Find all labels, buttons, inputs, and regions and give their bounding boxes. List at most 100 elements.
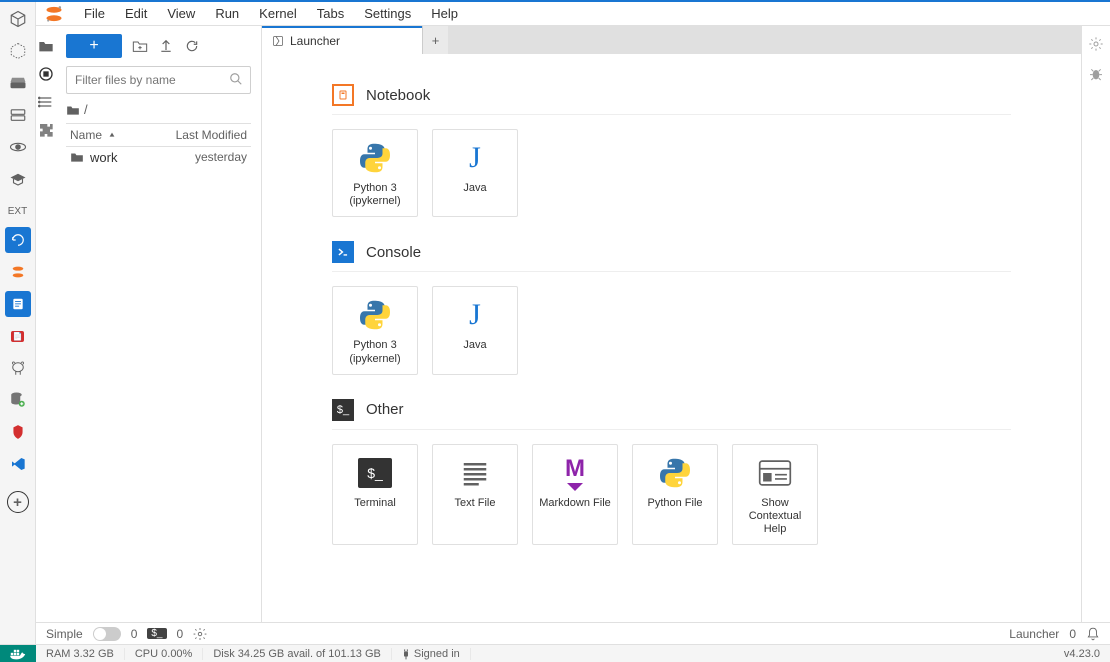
col-modified[interactable]: Last Modified <box>176 128 247 142</box>
status-ram[interactable]: RAM 3.32 GB <box>36 648 125 660</box>
status-count-1[interactable]: 0 <box>131 627 138 641</box>
plug-icon <box>402 648 410 660</box>
other-section-icon: $_ <box>332 399 354 421</box>
launcher-card-python-file[interactable]: Python File <box>632 444 718 546</box>
toc-tab-icon[interactable] <box>38 94 54 110</box>
tab-launcher[interactable]: Launcher <box>262 26 422 54</box>
loop-icon[interactable] <box>5 227 31 253</box>
card-label: Text File <box>455 497 496 510</box>
file-toolbar: + <box>66 34 251 58</box>
shield-icon[interactable] <box>5 419 31 445</box>
terminal-status-icon[interactable]: $_ <box>147 628 166 639</box>
upload-icon[interactable] <box>158 38 174 54</box>
tab-bar: Launcher + <box>262 26 1081 54</box>
file-filter <box>66 66 251 94</box>
launcher-card-java[interactable]: J Java <box>432 129 518 217</box>
status-notification-count[interactable]: 0 <box>1069 627 1076 641</box>
help-icon <box>757 455 793 491</box>
folder-tab-icon[interactable] <box>38 38 54 54</box>
main-area: Launcher + Notebook Python 3 (ipykernel)… <box>262 26 1082 622</box>
status-disk[interactable]: Disk 34.25 GB avail. of 101.13 GB <box>203 648 392 660</box>
new-launcher-button[interactable]: + <box>66 34 122 58</box>
card-label: Python 3 (ipykernel) <box>337 339 413 365</box>
java-icon: J <box>457 140 493 176</box>
card-label: Python File <box>647 497 702 510</box>
launcher-card-show-contextual-help[interactable]: Show Contextual Help <box>732 444 818 546</box>
jupyter-ext-icon[interactable] <box>5 259 31 285</box>
launcher-card-terminal[interactable]: $_ Terminal <box>332 444 418 546</box>
add-extension-button[interactable]: + <box>5 489 31 515</box>
drive-icon[interactable] <box>5 70 31 96</box>
launcher-content: Notebook Python 3 (ipykernel)JJava Conso… <box>262 54 1081 622</box>
launcher-card-python-3-ipykernel-[interactable]: Python 3 (ipykernel) <box>332 286 418 374</box>
file-list-header: Name Last Modified <box>66 123 251 147</box>
status-version[interactable]: v4.23.0 <box>1054 648 1110 660</box>
status-count-2[interactable]: 0 <box>177 627 184 641</box>
extension-tab-icon[interactable] <box>38 122 54 138</box>
simple-mode-toggle[interactable] <box>93 627 121 641</box>
property-inspector-icon[interactable] <box>1088 36 1104 52</box>
new-tab-button[interactable]: + <box>422 26 448 54</box>
folder-icon <box>70 151 84 163</box>
new-folder-icon[interactable] <box>132 38 148 54</box>
section-title-console: Console <box>366 244 421 261</box>
file-browser-panel: + / Name Last Modified workyesterday <box>56 26 262 622</box>
breadcrumb[interactable]: / <box>66 102 251 117</box>
right-sidebar <box>1082 26 1110 622</box>
status-signed-in[interactable]: Signed in <box>392 648 471 660</box>
elephant-icon[interactable] <box>5 355 31 381</box>
menu-bar: FileEditViewRunKernelTabsSettingsHelp <box>36 2 1110 26</box>
terminal-icon: $_ <box>357 455 393 491</box>
menu-file[interactable]: File <box>74 6 115 21</box>
launcher-card-text-file[interactable]: Text File <box>432 444 518 546</box>
file-row[interactable]: workyesterday <box>66 147 251 167</box>
orbit-icon[interactable] <box>5 134 31 160</box>
cube-outline-icon[interactable] <box>5 38 31 64</box>
menu-help[interactable]: Help <box>421 6 468 21</box>
sidebar-tabs <box>36 26 56 622</box>
col-name[interactable]: Name <box>70 128 102 142</box>
pdf-icon[interactable]: 📄 <box>5 323 31 349</box>
status-mode-label[interactable]: Launcher <box>1009 627 1059 641</box>
java-icon: J <box>457 297 493 333</box>
launcher-card-python-3-ipykernel-[interactable]: Python 3 (ipykernel) <box>332 129 418 217</box>
card-label: Terminal <box>354 497 396 510</box>
running-tab-icon[interactable] <box>38 66 54 82</box>
file-filter-input[interactable] <box>66 66 251 94</box>
simple-mode-label: Simple <box>46 627 83 641</box>
menu-run[interactable]: Run <box>205 6 249 21</box>
vscode-icon[interactable] <box>5 451 31 477</box>
section-title-other: Other <box>366 401 404 418</box>
launcher-card-markdown-file[interactable]: MMarkdown File <box>532 444 618 546</box>
box-icon[interactable] <box>5 6 31 32</box>
activity-bar: EXT 📄 + <box>0 2 36 644</box>
python-icon <box>357 140 393 176</box>
markdown-icon: M <box>557 455 593 491</box>
status-bar-lower: RAM 3.32 GB CPU 0.00% Disk 34.25 GB avai… <box>0 644 1110 662</box>
settings-status-icon[interactable] <box>193 627 207 641</box>
menu-edit[interactable]: Edit <box>115 6 157 21</box>
text-icon <box>457 455 493 491</box>
python-icon <box>357 297 393 333</box>
menu-view[interactable]: View <box>157 6 205 21</box>
docker-status-icon[interactable] <box>0 645 36 662</box>
server-icon[interactable] <box>5 102 31 128</box>
menu-kernel[interactable]: Kernel <box>249 6 307 21</box>
menu-settings[interactable]: Settings <box>354 6 421 21</box>
python-icon <box>657 455 693 491</box>
docs-icon[interactable] <box>5 291 31 317</box>
status-cpu[interactable]: CPU 0.00% <box>125 648 203 660</box>
section-console: Console Python 3 (ipykernel) JJava <box>332 241 1011 374</box>
menu-tabs[interactable]: Tabs <box>307 6 354 21</box>
debugger-icon[interactable] <box>1088 66 1104 82</box>
card-label: Java <box>463 182 486 195</box>
refresh-icon[interactable] <box>184 38 200 54</box>
launcher-tab-icon <box>272 35 284 47</box>
section-other: $_ Other $_ Terminal Text File MMarkdown Fi… <box>332 399 1011 546</box>
bell-icon[interactable] <box>1086 626 1100 642</box>
folder-icon <box>66 104 80 116</box>
graduation-icon[interactable] <box>5 166 31 192</box>
launcher-card-java[interactable]: JJava <box>432 286 518 374</box>
db-plus-icon[interactable] <box>5 387 31 413</box>
sort-asc-icon <box>108 131 116 139</box>
